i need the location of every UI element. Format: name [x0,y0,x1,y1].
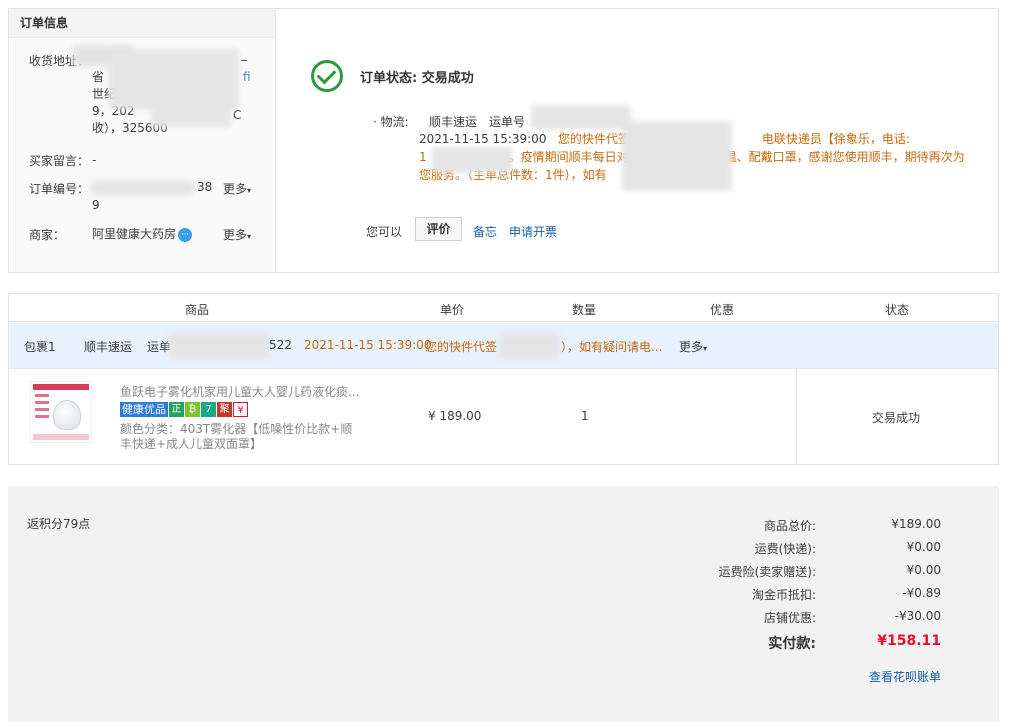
tracking-label: 运单号 [489,115,526,129]
logistics-time: 2021-11-15 15:39:00 [419,132,547,146]
header-price: 单价 [440,303,465,317]
address-fragment-3: C [233,108,242,122]
redaction-blur [169,333,269,359]
shipping-label: 运费(快递): [754,542,816,556]
genuine-icon: 正 [169,402,184,417]
logistics-digit: 1 [419,150,427,164]
package-carrier: 顺丰速运 [84,340,133,354]
address-fragment-1: _ [241,47,247,61]
order-panel: 订单信息 收货地址： 省 世纪 9，202 收），325600 _ fi C 买… [8,8,999,273]
redaction-blur [622,121,732,191]
points-reward: 返积分79点 [27,517,91,531]
coin-deduction-value: -¥0.89 [902,586,941,600]
header-status: 状态 [885,303,910,317]
huabei-bill-link[interactable]: 查看花呗账单 [869,668,941,685]
order-no-tail: 9 [92,198,100,212]
message-value: - [92,153,97,167]
consumer-protection-icon: ₿ [185,402,200,417]
product-quantity: 1 [581,409,589,423]
header-quantity: 数量 [572,303,597,317]
paid-label: 实付款: [768,636,816,652]
goods-table-header: 商品 单价 数量 优惠 状态 [9,294,998,322]
package-more-label: 更多 [679,340,704,354]
chevron-down-icon: ▾ [703,344,708,353]
seller-name-link[interactable]: 阿里健康大药房 ··· [92,226,193,243]
shipping-value: ¥0.00 [906,540,941,554]
shop-discount-label: 店铺优惠: [763,611,816,625]
package-label: 包裹1 [24,340,56,354]
logistics-label: · 物流: [373,115,409,129]
package-more-link[interactable]: 更多▾ [679,338,707,355]
redaction-blur [91,181,195,195]
product-thumbnail[interactable] [30,381,92,443]
seller-name: 阿里健康大药房 [92,227,177,241]
product-price: ¥ 189.00 [428,409,482,423]
redaction-blur [109,49,239,109]
header-goods: 商品 [185,303,210,317]
memo-link[interactable]: 备忘 [473,223,497,240]
seven-day-return-icon: 7 [201,402,216,417]
success-check-icon [311,60,343,92]
product-sku: 颜色分类：403T雾化器【低噪性价比款+顺丰快递+成人儿童双面罩】 [120,422,353,451]
chevron-down-icon: ▾ [247,232,252,241]
order-no-label: 订单编号： [29,182,90,196]
invoice-link[interactable]: 申请开票 [509,223,557,240]
package-text-a: 您的快件代签 [425,340,498,354]
order-status-title: 订单状态: 交易成功 [360,71,474,86]
shop-discount-value: -¥30.00 [894,609,941,623]
order-info-heading: 订单信息 [9,9,275,38]
product-status: 交易成功 [872,411,921,425]
goods-table: 商品 单价 数量 优惠 状态 包裹1 顺丰速运 运单 522 2021-11-1… [8,293,999,465]
goods-total-value: ¥189.00 [891,517,941,531]
order-more-link[interactable]: 更多▾ [223,180,251,197]
seller-label: 商家： [29,228,66,242]
redaction-blur [151,101,231,127]
message-label: 买家留言： [29,154,90,168]
health-badge: 健康优品 [120,402,168,417]
package-time: 2021-11-15 15:39:00 [304,338,432,352]
package-row: 包裹1 顺丰速运 运单 522 2021-11-15 15:39:00 您的快件… [9,323,998,369]
address-fragment-2: fi [243,70,251,84]
goods-total-label: 商品总价: [763,519,816,533]
you-can-label: 您可以 [366,225,403,239]
product-tags: 健康优品正 ₿ 7 聚 ¥ [120,402,248,417]
shipping-insurance-label: 运费险(卖家赠送): [718,565,816,579]
coin-deduction-label: 淘金币抵扣: [751,588,816,602]
shipping-insurance-value: ¥0.00 [906,563,941,577]
order-status-area: 订单状态: 交易成功 · 物流: 顺丰速运 运单号 2021-11-15 15:… [277,9,998,272]
header-discount: 优惠 [710,303,735,317]
package-tracking-suffix: 522 [269,338,292,352]
review-button[interactable]: 评价 [415,217,462,241]
redaction-blur [499,333,559,359]
order-no-head: 38 [197,180,213,194]
order-more-label: 更多 [223,182,248,196]
yuan-icon: ¥ [233,402,248,417]
chevron-down-icon: ▾ [247,186,252,195]
product-title-link[interactable]: 鱼跃电子雾化机家用儿童大人婴儿药液化痰... [120,383,360,400]
package-tracking-prefix: 运单 [147,340,172,354]
wangwang-chat-icon[interactable]: ··· [178,227,193,242]
logistics-text-1b: 电联快递员【徐象乐，电话: [761,132,910,146]
redaction-blur [531,105,631,129]
table-row: 鱼跃电子雾化机家用儿童大人婴儿药液化痰... 健康优品正 ₿ 7 聚 ¥ 颜色分类：40… [9,369,998,464]
seller-more-link[interactable]: 更多▾ [223,226,251,243]
totals-panel: 返积分79点 商品总价: ¥189.00 运费(快递): ¥0.00 运费险(卖… [8,486,999,722]
divider [796,369,797,464]
package-text-b: ），如有疑问请电... [561,340,663,354]
redaction-blur [432,147,512,173]
order-info-sidebar: 订单信息 收货地址： 省 世纪 9，202 收），325600 _ fi C 买… [9,9,276,272]
juhuasuan-icon: 聚 [217,402,232,417]
logistics-carrier: 顺丰速运 [429,115,478,129]
seller-more-label: 更多 [223,228,248,242]
paid-value: ¥158.11 [877,633,941,649]
